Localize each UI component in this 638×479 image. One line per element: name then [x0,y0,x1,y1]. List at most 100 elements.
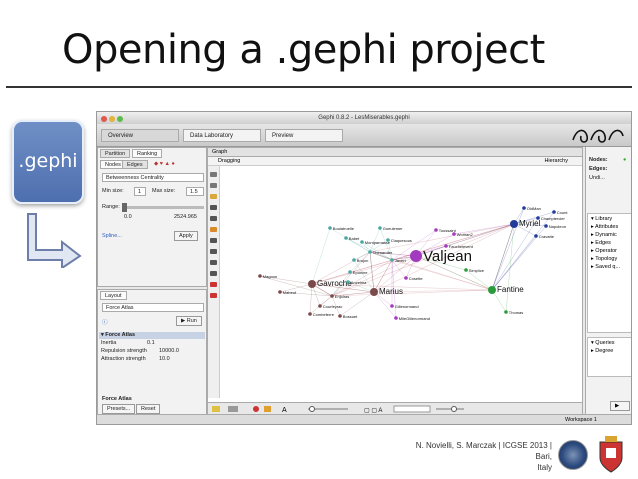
graph-node[interactable] [318,304,322,308]
graph-node[interactable] [504,310,508,314]
graph-node[interactable] [330,294,334,298]
edge-pencil-icon[interactable] [210,271,217,276]
apply-button[interactable]: Apply [174,231,198,241]
min-size-input[interactable]: 1 [134,187,146,196]
eraser-tool-icon[interactable] [210,282,217,287]
graph-node[interactable] [386,238,390,242]
presets-button[interactable]: Presets... [102,404,136,414]
size-tool-icon[interactable] [210,216,217,221]
graph-node[interactable] [378,226,382,230]
diamond-icon[interactable]: ◆ ♥ ▲ ● [154,161,175,167]
graph-node[interactable] [338,314,342,318]
graph-node-label: MlleGillenormand [399,316,430,321]
graph-node[interactable] [434,228,438,232]
graph-node[interactable] [328,226,332,230]
graph-tab[interactable]: Graph [208,148,582,157]
graph-node[interactable] [390,258,394,262]
query-item[interactable]: ▾ Queries [589,340,615,347]
drag-hand-icon[interactable] [210,293,217,298]
overview-tab[interactable]: Overview [101,129,179,142]
reset-button[interactable]: Reset [136,404,161,414]
graph-node[interactable] [370,288,378,296]
arrow-icon [27,213,82,268]
graph-node[interactable] [544,224,548,228]
range-slider[interactable] [124,206,204,209]
data-laboratory-tab[interactable]: Data Laboratory [183,129,261,142]
partition-tab[interactable]: Partition [100,149,131,158]
graph-node[interactable] [346,280,350,284]
hierarchy-toggle[interactable]: Hierarchy [544,157,568,166]
context-green-icon: ● [623,157,627,163]
graph-node[interactable] [344,236,348,240]
param-row[interactable]: Repulsion strength 10000.0 [99,348,205,355]
splines-link[interactable]: Spline... [102,233,122,239]
footer-location: Italy [537,463,552,472]
filter-item[interactable]: ▸ Saved q... [589,264,620,271]
run-button-label: Run [186,318,197,324]
preview-tab[interactable]: Preview [265,129,343,142]
title-divider [6,86,632,88]
path-tool-icon[interactable] [210,238,217,243]
network-graph[interactable]: Valjean Gavroche Marius Fantine Myriel Thenar… [220,166,584,404]
graph-node[interactable] [360,240,364,244]
max-size-input[interactable]: 1.5 [186,187,204,196]
query-item[interactable]: ▸ Degree [589,348,613,355]
metric-select[interactable]: Betweenness Centrality [102,173,204,182]
node-pencil-icon[interactable] [210,260,217,265]
graph-node[interactable] [404,276,408,280]
graph-node[interactable] [444,244,448,248]
graph-node[interactable] [488,286,496,294]
graph-node-label: Boulatruelle [333,226,355,231]
graph-node[interactable] [308,280,316,288]
graph-node[interactable] [452,232,456,236]
graph-node[interactable] [390,304,394,308]
graph-node[interactable] [552,210,556,214]
filter-item[interactable]: ▸ Edges [589,240,611,247]
filter-item[interactable]: ▸ Dynamic [589,232,617,239]
graph-node-label: Anzelma [351,280,367,285]
layout-tab[interactable]: Layout [100,291,127,300]
edges-value: Undi... [589,175,605,181]
graph-node[interactable] [348,270,352,274]
filter-item[interactable]: ▸ Topology [589,256,617,263]
graph-node[interactable] [278,290,282,294]
heat-tool-icon[interactable] [210,227,217,232]
graph-node[interactable] [308,312,312,316]
run-button[interactable]: ▶ Run [176,316,202,326]
graph-mode-bar: Dragging Hierarchy [208,157,582,166]
info-icon[interactable]: ⓘ [102,318,108,326]
brush-tool-icon[interactable] [210,249,217,254]
dragging-mode[interactable]: Dragging [218,158,240,164]
graph-node[interactable] [536,216,540,220]
graph-edge [331,289,493,297]
status-bar: Workspace 1 [97,414,631,424]
graph-node[interactable] [368,250,372,254]
range-slider-handle[interactable] [122,203,127,212]
graph-node-label: Mabeuf [283,290,297,295]
edges-subtab[interactable]: Edges [122,160,148,169]
graph-node[interactable] [522,206,526,210]
graph-node[interactable] [410,250,422,262]
graph-node-label: Woman2 [457,232,474,237]
layout-algorithm-select[interactable]: Force Atlas [102,303,204,312]
drag-tool-icon[interactable] [210,194,217,199]
graph-edges [259,207,555,319]
graph-node[interactable] [352,258,356,262]
filters-tree: ▾ Library ▸ Attributes ▸ Dynamic ▸ Edges… [587,213,631,333]
filter-item[interactable]: ▾ Library [589,216,612,223]
filter-item[interactable]: ▸ Operator [589,248,617,255]
ranking-tab[interactable]: Ranking [132,149,163,158]
graph-node[interactable] [510,220,518,228]
graph-node[interactable] [258,274,262,278]
graph-node[interactable] [394,316,398,320]
param-row[interactable]: Attraction strength 10.0 [99,356,205,363]
select-tool-icon[interactable] [210,172,217,177]
param-row[interactable]: Inertia 0.1 [99,340,205,347]
graph-node[interactable] [534,234,538,238]
graph-node-label: Eponine [353,270,368,275]
graph-node[interactable] [464,268,468,272]
filter-button[interactable]: ▶ [610,401,630,411]
filter-item[interactable]: ▸ Attributes [589,224,618,231]
paint-tool-icon[interactable] [210,205,217,210]
rectangle-tool-icon[interactable] [210,183,217,188]
